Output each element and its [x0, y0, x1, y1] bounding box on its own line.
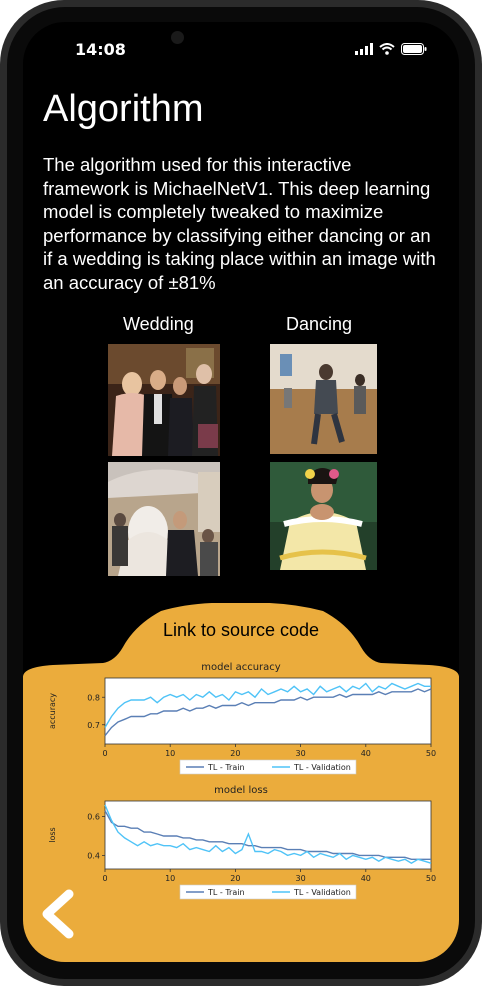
y-axis-label: loss: [48, 827, 57, 842]
x-tick-label: 50: [426, 749, 436, 758]
x-tick-label: 10: [165, 749, 175, 758]
dancing-label: Dancing: [286, 314, 353, 334]
app-screen: 14:08 Algorithm The algorithm used for t…: [23, 22, 459, 962]
x-tick-label: 10: [165, 874, 175, 883]
x-tick-label: 40: [361, 749, 371, 758]
loss-chart: loss 0.4 0.6 0 10 20 30 40 50 TL - Train TL - Vali…: [48, 800, 436, 900]
signal-icon: [355, 43, 373, 55]
page-title: Algorithm: [43, 88, 204, 130]
front-camera: [171, 31, 184, 44]
x-tick-label: 30: [296, 874, 306, 883]
y-tick-label: 0.7: [87, 721, 100, 730]
y-axis-label: accuracy: [48, 693, 57, 729]
y-tick-label: 0.4: [87, 851, 100, 860]
x-tick-label: 0: [102, 874, 107, 883]
x-tick-label: 20: [230, 749, 240, 758]
accuracy-chart-title: model accuracy: [201, 662, 281, 673]
status-icons: [355, 43, 427, 55]
page-description: The algorithm used for this interactive …: [43, 154, 436, 293]
source-code-link[interactable]: Link to source code: [23, 620, 459, 641]
status-time: 14:08: [75, 40, 126, 59]
back-chevron-icon[interactable]: [37, 888, 77, 940]
legend-label: TL - Train: [207, 888, 245, 897]
x-tick-label: 40: [361, 874, 371, 883]
y-tick-label: 0.8: [87, 693, 100, 702]
x-tick-label: 0: [102, 749, 107, 758]
y-tick-label: 0.6: [87, 813, 100, 822]
dancing-photo-1: [270, 344, 377, 454]
dancing-photo-2: [270, 462, 377, 570]
legend-label: TL - Validation: [293, 888, 351, 897]
legend-label: TL - Train: [207, 763, 245, 772]
x-tick-label: 50: [426, 874, 436, 883]
accuracy-chart: accuracy 0.7 0.8 0 10 20 30 40 50 TL - Train TL - …: [48, 677, 436, 775]
bottom-panel: [23, 603, 459, 962]
loss-chart-title: model loss: [214, 785, 268, 796]
wifi-icon: [379, 43, 395, 55]
battery-icon: [401, 43, 427, 55]
wedding-label: Wedding: [123, 314, 194, 334]
x-tick-label: 20: [230, 874, 240, 883]
wedding-photo-1: [108, 344, 220, 456]
status-bar: 14:08: [23, 22, 459, 78]
wedding-photo-2: [108, 462, 220, 576]
x-tick-label: 30: [296, 749, 306, 758]
legend-label: TL - Validation: [293, 763, 351, 772]
